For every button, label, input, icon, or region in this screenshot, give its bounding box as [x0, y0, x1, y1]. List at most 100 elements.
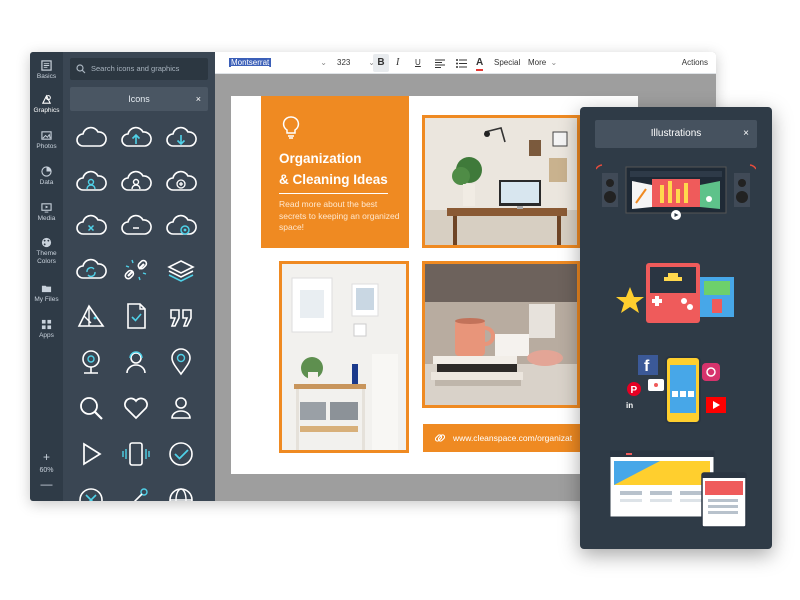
cloud-icon[interactable]	[73, 120, 109, 156]
underline-button[interactable]: U	[415, 52, 421, 74]
webcam-icon[interactable]	[73, 344, 109, 380]
text-color-swatch	[476, 69, 484, 71]
text-toolbar: Montserrat ⌄ 323 ⌄ B I U A Special More …	[215, 52, 716, 74]
font-size-select[interactable]: 323 ⌄	[337, 52, 375, 74]
rail-item-basics[interactable]: Basics	[30, 60, 63, 81]
desk-photo[interactable]	[422, 115, 580, 248]
zoom-in-button[interactable]: +	[30, 450, 63, 464]
align-button[interactable]	[435, 52, 445, 74]
subtitle-text[interactable]: Read more about the best secrets to keep…	[279, 199, 404, 234]
website-illustration[interactable]	[610, 447, 750, 533]
font-family-select[interactable]: Montserrat ⌄	[229, 52, 327, 74]
illustrations-header: Illustrations ×	[595, 120, 757, 148]
globe-icon[interactable]	[163, 482, 199, 501]
game-illustration[interactable]	[616, 257, 740, 329]
title-line-1: Organization	[279, 151, 362, 166]
location-pin-icon[interactable]	[163, 344, 199, 380]
cloud-user-icon[interactable]	[73, 164, 109, 200]
illustrations-panel: Illustrations × f P in	[580, 107, 772, 549]
zoom-level: 60%	[39, 467, 54, 474]
search-icon	[76, 64, 86, 74]
list-icon	[456, 59, 467, 68]
left-rail: Basics Graphics Photos Data Media Theme …	[30, 52, 63, 501]
check-circle-icon[interactable]	[163, 436, 199, 472]
phone-vibrate-icon[interactable]	[118, 436, 154, 472]
cloud-download-icon[interactable]	[163, 120, 199, 156]
illustrations-title: Illustrations	[650, 128, 702, 139]
rail-item-photos[interactable]: Photos	[30, 130, 63, 151]
rail-item-graphics[interactable]: Graphics	[30, 94, 63, 115]
icons-tab-label: Icons	[128, 94, 150, 104]
shelf-photo[interactable]	[279, 261, 409, 453]
lightbulb-icon	[282, 116, 300, 139]
rail-label: Theme Colors	[36, 250, 57, 265]
more-label: More	[528, 58, 547, 67]
rail-item-media[interactable]: Media	[30, 202, 63, 223]
palette-icon	[41, 237, 52, 248]
media-icon	[41, 203, 52, 213]
website-url: www.cleanspace.com/organizat	[453, 433, 573, 443]
heart-icon[interactable]	[118, 390, 154, 426]
folder-icon	[41, 285, 52, 293]
document-check-icon[interactable]	[118, 298, 154, 334]
user-icon[interactable]	[163, 390, 199, 426]
close-icon[interactable]: ×	[743, 120, 749, 148]
quote-icon[interactable]	[163, 298, 199, 334]
cloud-settings-icon[interactable]	[163, 208, 199, 244]
tent-icon[interactable]	[73, 298, 109, 334]
rail-label: Data	[39, 179, 54, 186]
text-color-letter: A	[476, 57, 484, 68]
text-color-button[interactable]: A	[476, 52, 484, 74]
website-url-bar[interactable]: www.cleanspace.com/organizat	[423, 424, 583, 452]
special-button[interactable]: Special	[494, 52, 520, 74]
rail-item-apps[interactable]: Apps	[30, 319, 63, 340]
svg-text:in: in	[626, 401, 633, 410]
rail-item-data[interactable]: Data	[30, 166, 63, 187]
cloud-user-icon[interactable]	[118, 164, 154, 200]
books-mug-photo-image	[425, 264, 577, 405]
italic-button[interactable]: I	[396, 52, 399, 74]
cloud-upload-icon[interactable]	[118, 120, 154, 156]
actions-button[interactable]: Actions	[682, 52, 708, 74]
icons-tab-header: Icons ×	[70, 87, 208, 111]
search-input[interactable]: Search icons and graphics	[70, 58, 208, 80]
bold-button[interactable]: B	[373, 54, 389, 72]
align-left-icon	[435, 59, 445, 68]
apps-icon	[41, 319, 52, 330]
data-icon	[41, 166, 52, 177]
font-name: Montserrat	[229, 58, 272, 67]
title-line-2: & Cleaning Ideas	[279, 169, 388, 194]
play-icon[interactable]	[73, 436, 109, 472]
graphics-icon	[41, 94, 52, 104]
user-headset-icon[interactable]	[118, 344, 154, 380]
cloud-add-icon[interactable]	[163, 164, 199, 200]
chevron-down-icon: ⌄	[550, 58, 558, 67]
books-mug-photo[interactable]	[422, 261, 580, 408]
rail-item-my-files[interactable]: My Files	[30, 283, 63, 304]
cloud-remove-icon[interactable]	[73, 208, 109, 244]
search-placeholder: Search icons and graphics	[91, 64, 180, 73]
rail-label: Photos	[36, 143, 57, 150]
rail-label: Basics	[36, 73, 57, 80]
cloud-sync-icon[interactable]	[73, 252, 109, 288]
more-button[interactable]: More ⌄	[528, 52, 557, 74]
page-title[interactable]: Organization & Cleaning Ideas	[279, 148, 409, 194]
rail-label: Graphics	[33, 107, 60, 114]
social-media-illustration[interactable]: f P in	[626, 351, 732, 431]
basics-icon	[41, 60, 52, 71]
link-icon	[435, 434, 445, 442]
font-size-value: 323	[337, 58, 351, 67]
broken-link-icon[interactable]	[118, 252, 154, 288]
layers-icon[interactable]	[163, 252, 199, 288]
zoom-out-button[interactable]: —	[30, 477, 63, 491]
cloud-minus-icon[interactable]	[118, 208, 154, 244]
close-icon[interactable]: ×	[196, 87, 201, 111]
search-icon[interactable]	[73, 390, 109, 426]
list-button[interactable]	[456, 52, 467, 74]
music-illustration[interactable]	[596, 163, 756, 227]
close-circle-icon[interactable]	[73, 482, 109, 501]
share-nodes-icon[interactable]	[118, 482, 154, 501]
shelf-photo-image	[282, 264, 406, 450]
desk-photo-image	[425, 118, 577, 245]
rail-item-theme-colors[interactable]: Theme Colors	[30, 237, 63, 266]
